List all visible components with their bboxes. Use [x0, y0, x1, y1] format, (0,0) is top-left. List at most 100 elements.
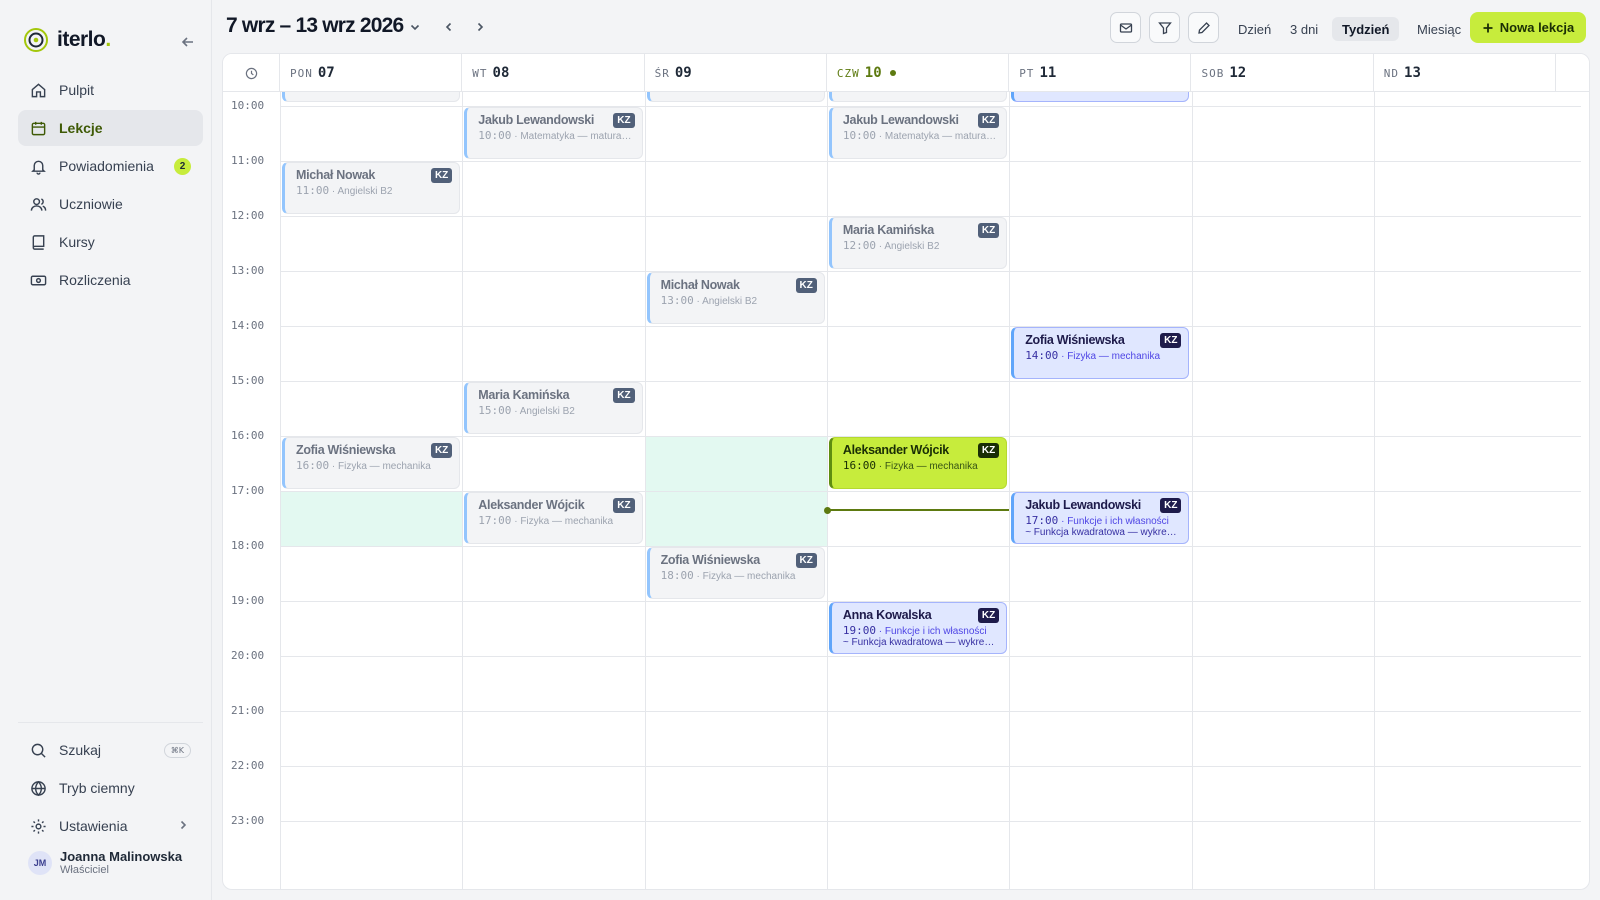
main-nav: Pulpit Lekcje Powiadomienia 2 Uczniowie …: [18, 72, 203, 300]
settings-label: Ustawienia: [59, 818, 128, 834]
teacher-badge: KZ: [977, 608, 1000, 623]
lesson-card-partial[interactable]: [282, 92, 461, 102]
sidebar-item-uczniowie[interactable]: Uczniowie: [18, 186, 203, 222]
view-week-tab[interactable]: Tydzień: [1332, 17, 1400, 41]
calendar-grid[interactable]: 10:00 11:00 12:00 13:00 14:00 15:00 16:00 17:00…: [223, 92, 1589, 889]
hour-gridline: [280, 711, 1581, 712]
hour-label: 10:00: [231, 99, 265, 112]
lesson-card[interactable]: Maria Kamińska 12:00 · Angielski B2 KZ: [828, 217, 1008, 269]
day-header-1[interactable]: WT 08: [462, 54, 645, 92]
lesson-card[interactable]: Zofia Wiśniewska 14:00 · Fizyka — mechani…: [1011, 327, 1190, 379]
avatar: JM: [28, 851, 52, 875]
filter-button[interactable]: [1149, 12, 1180, 43]
hour-label: 13:00: [231, 264, 265, 277]
day-name: PON: [290, 66, 313, 80]
day-header-6[interactable]: ND 13: [1374, 54, 1557, 92]
settings-button[interactable]: Ustawienia: [18, 808, 203, 844]
day-column-divider: [826, 92, 828, 889]
chevron-left-icon: [445, 22, 452, 32]
sidebar: iterlo. Pulpit Lekcje Powiadomienia 2 Uc…: [0, 0, 212, 900]
lesson-card[interactable]: Zofia Wiśniewska 18:00 · Fizyka — mechani…: [646, 547, 825, 599]
day-name: WT: [472, 66, 488, 80]
teacher-badge: KZ: [977, 113, 1000, 128]
messages-button[interactable]: [1110, 12, 1141, 43]
lesson-card[interactable]: Jakub Lewandowski 10:00 · Matematyka — ma…: [464, 107, 643, 159]
lesson-card[interactable]: Zofia Wiśniewska 16:00 · Fizyka — mechani…: [282, 437, 461, 489]
view-month-tab[interactable]: Miesiąc: [1407, 17, 1471, 41]
sidebar-item-label: Uczniowie: [59, 196, 123, 212]
lesson-subject: Fizyka — mechanika: [884, 461, 978, 472]
sidebar-item-lekcje[interactable]: Lekcje: [18, 110, 203, 146]
day-header-0[interactable]: PON 07: [280, 54, 463, 92]
lesson-card[interactable]: Jakub Lewandowski 10:00 · Matematyka — ma…: [828, 107, 1008, 159]
topbar: 7 wrz – 13 wrz 2026 Dzień 3 dni Tydzień …: [212, 0, 1600, 54]
view-day-tab[interactable]: Dzień: [1228, 17, 1281, 41]
lesson-card-partial[interactable]: [828, 92, 1008, 102]
logo[interactable]: iterlo.: [23, 27, 111, 53]
meta-separator: ·: [693, 296, 703, 307]
day-header-2[interactable]: ŚR 09: [645, 54, 827, 92]
day-header-4[interactable]: PT 11: [1009, 54, 1192, 92]
lesson-card-partial[interactable]: [646, 92, 825, 102]
day-number: 10: [864, 65, 882, 81]
lesson-meta: 10:00 · Matematyka — matura rozszerzona: [843, 129, 998, 142]
user-profile[interactable]: JM Joanna Malinowska Właściciel: [28, 849, 182, 877]
meta-separator: ·: [329, 461, 339, 472]
user-name: Joanna Malinowska: [60, 849, 183, 864]
view-3days-tab[interactable]: 3 dni: [1280, 17, 1328, 41]
sidebar-item-rozliczenia[interactable]: Rozliczenia: [18, 262, 203, 298]
sidebar-divider: [18, 722, 203, 723]
lesson-time: 12:00: [842, 239, 877, 252]
prev-week-button[interactable]: [439, 17, 459, 37]
chevron-down-icon: [410, 24, 420, 31]
meta-separator: ·: [876, 131, 885, 142]
next-week-button[interactable]: [470, 17, 490, 37]
hour-gridline: [280, 656, 1581, 657]
clock-icon: [223, 54, 280, 92]
range-picker-button[interactable]: [405, 17, 425, 37]
sidebar-item-kursy[interactable]: Kursy: [18, 224, 203, 260]
teacher-badge: KZ: [613, 498, 635, 513]
day-header-3[interactable]: CZW 10: [827, 54, 1010, 92]
day-column-divider: [644, 92, 646, 889]
lesson-subject: Funkcje i ich własności: [1067, 516, 1169, 527]
arrow-left-icon: [181, 37, 193, 47]
sidebar-item-pulpit[interactable]: Pulpit: [18, 72, 203, 108]
meta-separator: ·: [1058, 516, 1068, 527]
search-button[interactable]: Szukaj ⌘K: [18, 732, 203, 768]
lesson-time: 11:00: [296, 184, 330, 197]
meta-separator: ·: [511, 131, 521, 142]
day-name: ŚR: [654, 66, 670, 80]
lesson-meta: 15:00 · Angielski B2: [478, 404, 633, 417]
teacher-badge: KZ: [1160, 498, 1182, 513]
collapse-sidebar-button[interactable]: [177, 31, 199, 53]
edit-button[interactable]: [1188, 12, 1219, 43]
lesson-subject: Angielski B2: [884, 241, 940, 252]
lesson-card[interactable]: Aleksander Wójcik 16:00 · Fizyka — mechan…: [828, 437, 1008, 489]
lesson-card[interactable]: Anna Kowalska 19:00 · Funkcje i ich własn…: [828, 602, 1008, 654]
lesson-card[interactable]: Michał Nowak 11:00 · Angielski B2 KZ: [282, 162, 461, 214]
lesson-meta: 16:00 · Fizyka — mechanika: [843, 459, 998, 472]
new-lesson-button[interactable]: Nowa lekcja: [1470, 12, 1586, 43]
teacher-badge: KZ: [430, 168, 453, 183]
calendar-icon: [29, 119, 47, 137]
available-slot[interactable]: [281, 491, 463, 546]
day-header-5[interactable]: SOB 12: [1192, 54, 1374, 92]
lesson-card[interactable]: Jakub Lewandowski 17:00 · Funkcje i ich w…: [1011, 492, 1190, 544]
globe-icon: [29, 779, 47, 797]
lesson-card-partial[interactable]: [1011, 92, 1190, 102]
home-icon: [29, 81, 47, 99]
hour-gridline: [280, 161, 1581, 162]
day-column-divider: [1191, 92, 1193, 889]
sidebar-item-powiadomienia[interactable]: Powiadomienia 2: [18, 148, 203, 184]
lesson-card[interactable]: Aleksander Wójcik 17:00 · Fizyka — mechan…: [464, 492, 643, 544]
lesson-subject: Matematyka — matura rozszerzona: [884, 131, 998, 142]
date-range-title: 7 wrz – 13 wrz 2026: [226, 14, 404, 37]
search-label: Szukaj: [59, 742, 102, 758]
day-name: CZW: [836, 66, 860, 80]
bell-icon: [29, 157, 47, 175]
teacher-badge: KZ: [613, 113, 635, 128]
lesson-card[interactable]: Michał Nowak 13:00 · Angielski B2 KZ: [646, 272, 825, 324]
lesson-card[interactable]: Maria Kamińska 15:00 · Angielski B2 KZ: [464, 382, 643, 434]
dark-mode-toggle[interactable]: Tryb ciemny: [18, 770, 203, 806]
